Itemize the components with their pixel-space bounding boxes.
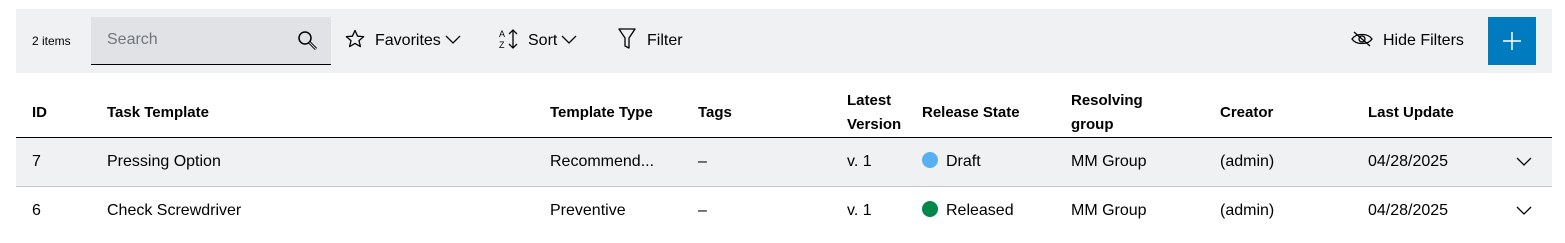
- task-template-table: ID Task Template Template Type Tags Late…: [16, 88, 1552, 235]
- hide-filters-label: Hide Filters: [1383, 32, 1464, 49]
- header-resolving-group[interactable]: Resolving group: [1071, 89, 1143, 137]
- hide-filters-button[interactable]: Hide Filters: [1351, 9, 1464, 73]
- favorites-label: Favorites: [375, 32, 441, 49]
- item-count: 2 items: [32, 34, 71, 48]
- status-dot-icon: [922, 152, 938, 168]
- cell-resolving-group: MM Group: [1071, 153, 1147, 170]
- filter-button[interactable]: Filter: [618, 9, 683, 73]
- sort-icon: A Z: [498, 28, 520, 55]
- header-release-state[interactable]: Release State: [922, 101, 1020, 125]
- star-icon: [345, 29, 365, 54]
- header-template-type[interactable]: Template Type: [550, 101, 653, 125]
- header-tags[interactable]: Tags: [698, 101, 732, 125]
- filter-label: Filter: [647, 32, 683, 49]
- chevron-down-icon[interactable]: [1516, 203, 1532, 221]
- cell-resolving-group: MM Group: [1071, 202, 1147, 219]
- cell-creator: (admin): [1220, 202, 1275, 219]
- cell-creator: (admin): [1220, 153, 1275, 170]
- header-last-update[interactable]: Last Update: [1368, 101, 1454, 125]
- chevron-down-icon[interactable]: [1516, 154, 1532, 172]
- search-input[interactable]: [91, 17, 307, 63]
- header-resolving-group-line1: Resolving: [1071, 92, 1143, 109]
- table-row[interactable]: 6 Check Screwdriver Preventive – v. 1 Re…: [16, 187, 1552, 235]
- header-latest-version-line2: Version: [847, 116, 902, 133]
- cell-id: 6: [32, 202, 41, 219]
- header-latest-version[interactable]: Latest Version: [847, 89, 901, 137]
- add-button[interactable]: [1488, 17, 1536, 65]
- cell-id: 7: [32, 153, 41, 170]
- release-state-label: Draft: [946, 153, 981, 170]
- cell-task-template: Check Screwdriver: [107, 202, 242, 219]
- favorites-button[interactable]: Favorites: [345, 9, 461, 73]
- cell-last-update: 04/28/2025: [1368, 153, 1449, 170]
- header-creator[interactable]: Creator: [1220, 101, 1273, 125]
- table-row[interactable]: 7 Pressing Option Recommend... – v. 1 Dr…: [16, 138, 1552, 187]
- cell-template-type: Preventive: [550, 202, 626, 219]
- table-header: ID Task Template Template Type Tags Late…: [16, 88, 1552, 138]
- cell-last-update: 04/28/2025: [1368, 202, 1449, 219]
- cell-task-template: Pressing Option: [107, 153, 221, 170]
- cell-template-type: Recommend...: [550, 153, 655, 170]
- status-dot-icon: [922, 201, 938, 217]
- chevron-down-icon: [445, 32, 461, 50]
- toolbar: 2 items Favorites A Z: [16, 9, 1552, 73]
- header-task-template[interactable]: Task Template: [107, 101, 209, 125]
- sort-label: Sort: [528, 32, 558, 49]
- filter-icon: [618, 27, 636, 55]
- cell-release-state: Released: [922, 199, 1014, 223]
- search-field[interactable]: [91, 17, 331, 65]
- cell-tags: –: [698, 202, 707, 219]
- header-latest-version-line1: Latest: [847, 92, 892, 109]
- header-resolving-group-line2: group: [1071, 116, 1114, 133]
- cell-latest-version: v. 1: [847, 153, 872, 170]
- svg-text:Z: Z: [499, 40, 505, 50]
- svg-text:A: A: [499, 29, 505, 39]
- eye-off-icon: [1351, 31, 1373, 52]
- cell-release-state: Draft: [922, 150, 981, 174]
- sort-button[interactable]: A Z Sort: [498, 9, 577, 73]
- chevron-down-icon: [561, 32, 577, 50]
- search-icon[interactable]: [297, 30, 319, 57]
- release-state-label: Released: [946, 202, 1014, 219]
- header-id[interactable]: ID: [32, 101, 47, 125]
- cell-latest-version: v. 1: [847, 202, 872, 219]
- cell-tags: –: [698, 153, 707, 170]
